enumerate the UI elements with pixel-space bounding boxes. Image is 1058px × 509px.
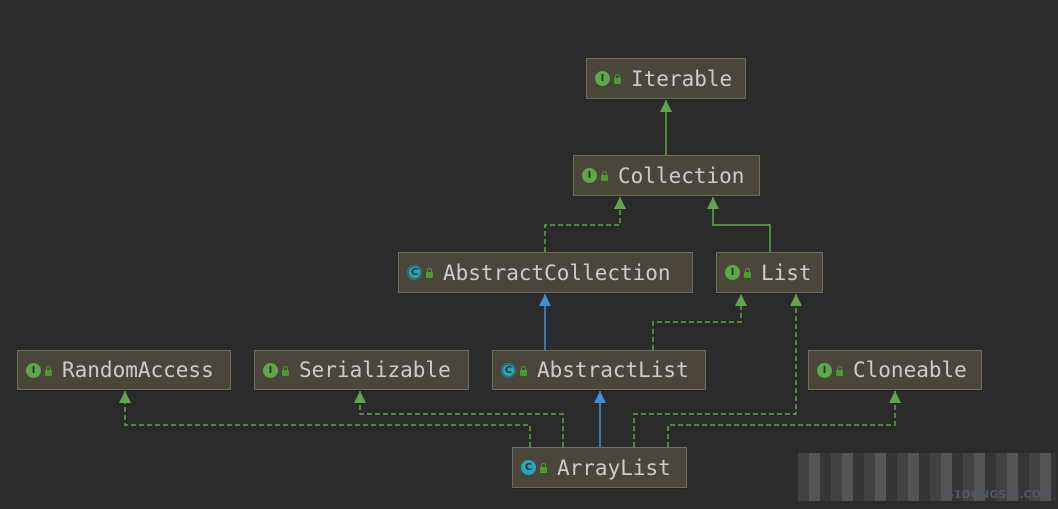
arrowhead-icon	[790, 294, 802, 306]
node-label: Cloneable	[853, 358, 967, 382]
arrowhead-icon	[735, 294, 747, 306]
public-visibility-icon	[601, 171, 608, 181]
interface-icon: I	[817, 362, 832, 378]
edge-abstractcollection-to-collection	[544, 196, 626, 252]
arrowhead-icon	[354, 391, 366, 403]
arrowhead-icon	[539, 294, 551, 306]
node-abstractlist[interactable]: C AbstractList	[492, 350, 706, 390]
node-iterable[interactable]: I Iterable	[586, 58, 746, 99]
edge-abstractlist-to-list	[652, 293, 747, 350]
class-icon: C	[521, 460, 536, 475]
abstract-icon: C	[501, 362, 516, 378]
abstract-icon: C	[407, 265, 422, 280]
arrowhead-icon	[660, 100, 672, 112]
public-visibility-icon	[282, 365, 289, 376]
public-visibility-icon	[836, 365, 843, 376]
public-visibility-icon	[614, 74, 621, 84]
interface-icon: I	[582, 168, 597, 183]
edge-arraylist-to-abstractlist	[594, 390, 606, 447]
edge-list-to-collection	[707, 196, 771, 252]
public-visibility-icon	[744, 268, 751, 278]
interface-icon: I	[26, 362, 41, 378]
node-label: List	[761, 260, 812, 285]
watermark-logo: 51DONGSHI.COM	[798, 453, 1056, 501]
interface-icon: I	[725, 265, 740, 280]
edge-abstractlist-to-abstractcollection	[539, 293, 551, 350]
node-cloneable[interactable]: I Cloneable	[808, 350, 982, 390]
node-label: AbstractCollection	[443, 260, 671, 285]
edge-arraylist-to-randomaccess	[119, 390, 531, 447]
edge-collection-to-iterable	[660, 99, 672, 155]
edge-arraylist-to-serializable	[354, 390, 564, 447]
uml-diagram-canvas: I Iterable I Collection C AbstractCollection I…	[0, 0, 1058, 509]
node-abstractcollection[interactable]: C AbstractCollection	[398, 252, 693, 293]
arrowhead-icon	[119, 391, 131, 403]
node-label: Serializable	[299, 358, 451, 382]
arrowhead-icon	[889, 391, 901, 403]
node-list[interactable]: I List	[716, 252, 823, 293]
node-label: AbstractList	[537, 358, 689, 382]
public-visibility-icon	[426, 268, 433, 278]
node-label: ArrayList	[557, 455, 671, 480]
arrowhead-icon	[614, 197, 626, 209]
interface-icon: I	[263, 362, 278, 378]
node-arraylist[interactable]: C ArrayList	[512, 447, 687, 488]
public-visibility-icon	[45, 365, 52, 376]
public-visibility-icon	[520, 365, 527, 376]
arrowhead-icon	[594, 391, 606, 403]
node-serializable[interactable]: I Serializable	[254, 350, 469, 390]
edge-arraylist-to-cloneable	[667, 390, 901, 447]
arrowhead-icon	[707, 197, 719, 209]
node-randomaccess[interactable]: I RandomAccess	[17, 350, 231, 390]
public-visibility-icon	[540, 463, 547, 473]
interface-icon: I	[595, 71, 610, 86]
node-label: Iterable	[631, 66, 733, 91]
node-label: RandomAccess	[62, 358, 214, 382]
node-label: Collection	[618, 163, 745, 188]
node-collection[interactable]: I Collection	[573, 155, 760, 196]
